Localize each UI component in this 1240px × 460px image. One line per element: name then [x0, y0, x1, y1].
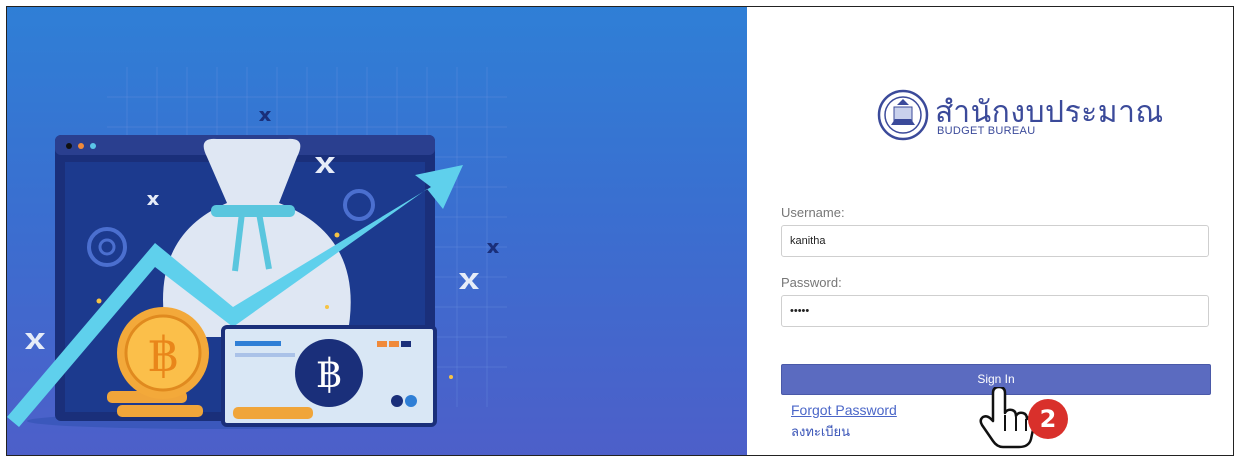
forgot-password-link[interactable]: Forgot Password	[791, 402, 897, 418]
brand-subtitle: BUDGET BUREAU	[937, 125, 1036, 137]
budget-bureau-logo: สำนักงบประมาณ BUDGET BUREAU	[877, 85, 1163, 145]
login-page: ฿ ฿ สำนักงบประมาณ BUDGET BUREAU Username…	[6, 6, 1234, 456]
svg-text:฿: ฿	[148, 327, 179, 383]
username-label: Username:	[781, 205, 845, 220]
password-label: Password:	[781, 275, 842, 290]
login-panel: สำนักงบประมาณ BUDGET BUREAU Username: Pa…	[747, 7, 1233, 455]
hand-pointer-icon	[979, 387, 1035, 449]
seal-icon	[877, 89, 929, 141]
svg-text:฿: ฿	[316, 351, 341, 397]
username-input[interactable]	[781, 225, 1209, 257]
hero-illustration-panel: ฿ ฿	[7, 7, 747, 455]
password-input[interactable]	[781, 295, 1209, 327]
step-badge: 2	[1028, 399, 1068, 439]
register-link[interactable]: ลงทะเบียน	[791, 421, 850, 442]
finance-illustration: ฿ ฿	[7, 67, 507, 429]
